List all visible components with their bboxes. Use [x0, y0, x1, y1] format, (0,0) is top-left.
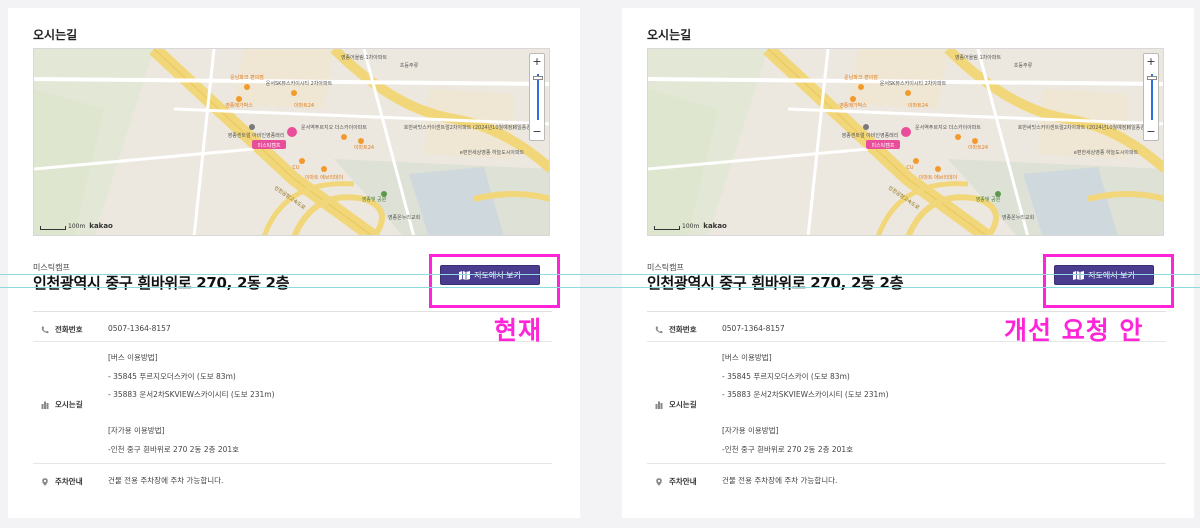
svg-text:CU: CU [906, 165, 913, 171]
route-label: 오시는길 [655, 399, 697, 410]
svg-text:영종센트럴 아비인영종래리: 영종센트럴 아비인영종래리 [842, 132, 899, 139]
parking-label: 주차안내 [41, 476, 83, 487]
address-title: 인천광역시 중구 흰바위로 270, 2동 2층 [33, 274, 290, 292]
map-scale: 100m kakao [40, 222, 113, 230]
svg-text:운서역푸르지오 더스카이아파트: 운서역푸르지오 더스카이아파트 [915, 124, 981, 131]
svg-text:e편한세상영종 하늘도시아파트: e편한세상영종 하늘도시아파트 [1074, 149, 1139, 156]
svg-text:운서SK뷰스카이시티 2차아파트: 운서SK뷰스카이시티 2차아파트 [266, 80, 333, 87]
svg-text:CU: CU [292, 165, 299, 171]
svg-text:영종어울림 1차아파트: 영종어울림 1차아파트 [955, 54, 1002, 61]
building-icon [655, 401, 663, 409]
map-provider-logo: kakao [703, 222, 727, 230]
route-line: - 35845 푸르지오더스카이 (도보 83m) [722, 372, 850, 381]
svg-text:호반써밋스카이센트럴2차아파트 (2024년10월예정): 호반써밋스카이센트럴2차아파트 (2024년10월예정) [404, 124, 515, 131]
info-row-phone: 전화번호 0507-1364-8157 [33, 312, 552, 342]
svg-text:이마트24: 이마트24 [354, 144, 374, 151]
zoom-slider-handle[interactable] [533, 76, 543, 80]
section-title: 오시는길 [33, 28, 78, 42]
svg-text:이마트24: 이마트24 [968, 144, 988, 151]
parking-value: 건물 전용 주차장에 주차 가능합니다. [108, 476, 224, 485]
parking-label: 주차안내 [655, 476, 697, 487]
route-line: - 35883 운서2차SKVIEW스카이시티 (도보 231m) [108, 390, 275, 399]
zoom-in-button[interactable]: + [530, 54, 544, 70]
info-row-parking: 주차안내 건물 전용 주차장에 주차 가능합니다. [33, 464, 552, 494]
phone-icon [655, 326, 663, 333]
info-row-route: 오시는길 [버스 이용방법] - 35845 푸르지오더스카이 (도보 83m)… [647, 342, 1166, 464]
svg-text:운서역푸르지오 더스카이아파트: 운서역푸르지오 더스카이아파트 [301, 124, 367, 131]
map-pin-icon [42, 477, 48, 486]
route-line: -인천 중구 흰바위로 270 2동 2층 201호 [722, 445, 854, 454]
guide-line [0, 287, 1200, 288]
route-line: [버스 이용방법] [722, 353, 772, 362]
highlight-box [429, 254, 560, 308]
location-map[interactable]: 미스틱캠프 영종어울림 1차아파트 초등주류 운남파크 편의점 운서SK뷰스카이… [33, 48, 550, 236]
map-canvas: 미스틱캠프 영종어울림 1차아파트 초등주류 운남파크 편의점 운서SK뷰스카이… [648, 49, 1163, 235]
svg-text:영종온누리교회: 영종온누리교회 [1002, 214, 1034, 221]
panel-current: 오시는길 미스틱캠프 영종어울림 1차아파트 초등주류 운남파크 편의점 운서S… [8, 8, 580, 518]
phone-value[interactable]: 0507-1364-8157 [108, 324, 171, 333]
scale-bar [654, 226, 680, 230]
svg-text:이마트24: 이마트24 [908, 102, 928, 109]
section-title: 오시는길 [647, 28, 692, 42]
svg-text:영종빛 공원: 영종빛 공원 [976, 196, 1001, 203]
zoom-out-button[interactable]: − [1144, 124, 1158, 140]
location-map[interactable]: 미스틱캠프 영종어울림 1차아파트 초등주류 운남파크 편의점 운서SK뷰스카이… [647, 48, 1164, 236]
zoom-out-button[interactable]: − [530, 124, 544, 140]
phone-label: 전화번호 [655, 324, 697, 335]
svg-text:영종어울림 1차아파트: 영종어울림 1차아파트 [341, 54, 388, 61]
route-line: [자가용 이용방법] [108, 426, 165, 435]
zoom-track[interactable] [537, 74, 539, 120]
route-line: [버스 이용방법] [108, 353, 158, 362]
svg-text:운남파크 편의점: 운남파크 편의점 [230, 74, 264, 81]
svg-text:운서SK뷰스카이시티 2차아파트: 운서SK뷰스카이시티 2차아파트 [880, 80, 947, 87]
zoom-slider-handle[interactable] [1147, 76, 1157, 80]
svg-text:호반써밋스카이센트럴2차아파트 (2024년10월예정): 호반써밋스카이센트럴2차아파트 (2024년10월예정) [1018, 124, 1129, 131]
svg-text:이마트 에브리데이: 이마트 에브리데이 [305, 174, 343, 181]
svg-text:운남파크 편의점: 운남파크 편의점 [844, 74, 878, 81]
scale-text: 100m [68, 223, 86, 230]
svg-text:초등주류: 초등주류 [1014, 63, 1033, 69]
route-label: 오시는길 [41, 399, 83, 410]
building-icon [41, 401, 49, 409]
map-canvas: 미스틱캠프 영종어울림 1차아파트 초등주류 운남파크 편의점 운서SK뷰스카이… [34, 49, 549, 235]
address-title: 인천광역시 중구 흰바위로 270, 2동 2층 [647, 274, 904, 292]
zoom-track[interactable] [1151, 74, 1153, 120]
phone-value[interactable]: 0507-1364-8157 [722, 324, 785, 333]
annotation-proposed: 개선 요청 안 [1004, 316, 1144, 345]
zoom-control: + − [1143, 53, 1159, 141]
route-line: [자가용 이용방법] [722, 426, 779, 435]
svg-text:이마트24: 이마트24 [294, 102, 314, 109]
svg-text:영종온누리교회: 영종온누리교회 [388, 214, 420, 221]
scale-text: 100m [682, 223, 700, 230]
parking-value: 건물 전용 주차장에 주차 가능합니다. [722, 476, 838, 485]
zoom-control: + − [529, 53, 545, 141]
svg-text:영종메가박스: 영종메가박스 [225, 102, 253, 109]
panel-proposed: 오시는길 미스틱캠프 영종어울림 1차아파트 초등주류 운남파크 편의점 운서S… [622, 8, 1194, 518]
map-provider-logo: kakao [89, 222, 113, 230]
map-scale: 100m kakao [654, 222, 727, 230]
route-line: - 35883 운서2차SKVIEW스카이시티 (도보 231m) [722, 390, 889, 399]
map-pin-icon [656, 477, 662, 486]
highlight-box [1043, 254, 1174, 308]
svg-text:e편한세상영종 하늘도시아파트: e편한세상영종 하늘도시아파트 [460, 149, 525, 156]
svg-text:영종빛 공원: 영종빛 공원 [362, 196, 387, 203]
info-row-route: 오시는길 [버스 이용방법] - 35845 푸르지오더스카이 (도보 83m)… [33, 342, 552, 464]
svg-text:미스틱캠프: 미스틱캠프 [257, 142, 280, 149]
route-line: - 35845 푸르지오더스카이 (도보 83m) [108, 372, 236, 381]
route-line: -인천 중구 흰바위로 270 2동 2층 201호 [108, 445, 240, 454]
info-row-parking: 주차안내 건물 전용 주차장에 주차 가능합니다. [647, 464, 1166, 494]
svg-text:영종센트럴 아비인영종래리: 영종센트럴 아비인영종래리 [228, 132, 285, 139]
zoom-in-button[interactable]: + [1144, 54, 1158, 70]
phone-icon [41, 326, 49, 333]
svg-text:이마트 에브리데이: 이마트 에브리데이 [919, 174, 957, 181]
annotation-current: 현재 [494, 316, 543, 345]
svg-text:초등주류: 초등주류 [400, 63, 419, 69]
svg-text:미스틱캠프: 미스틱캠프 [871, 142, 894, 149]
phone-label: 전화번호 [41, 324, 83, 335]
svg-text:영종메가박스: 영종메가박스 [839, 102, 867, 109]
scale-bar [40, 226, 66, 230]
guide-line [0, 274, 1200, 275]
